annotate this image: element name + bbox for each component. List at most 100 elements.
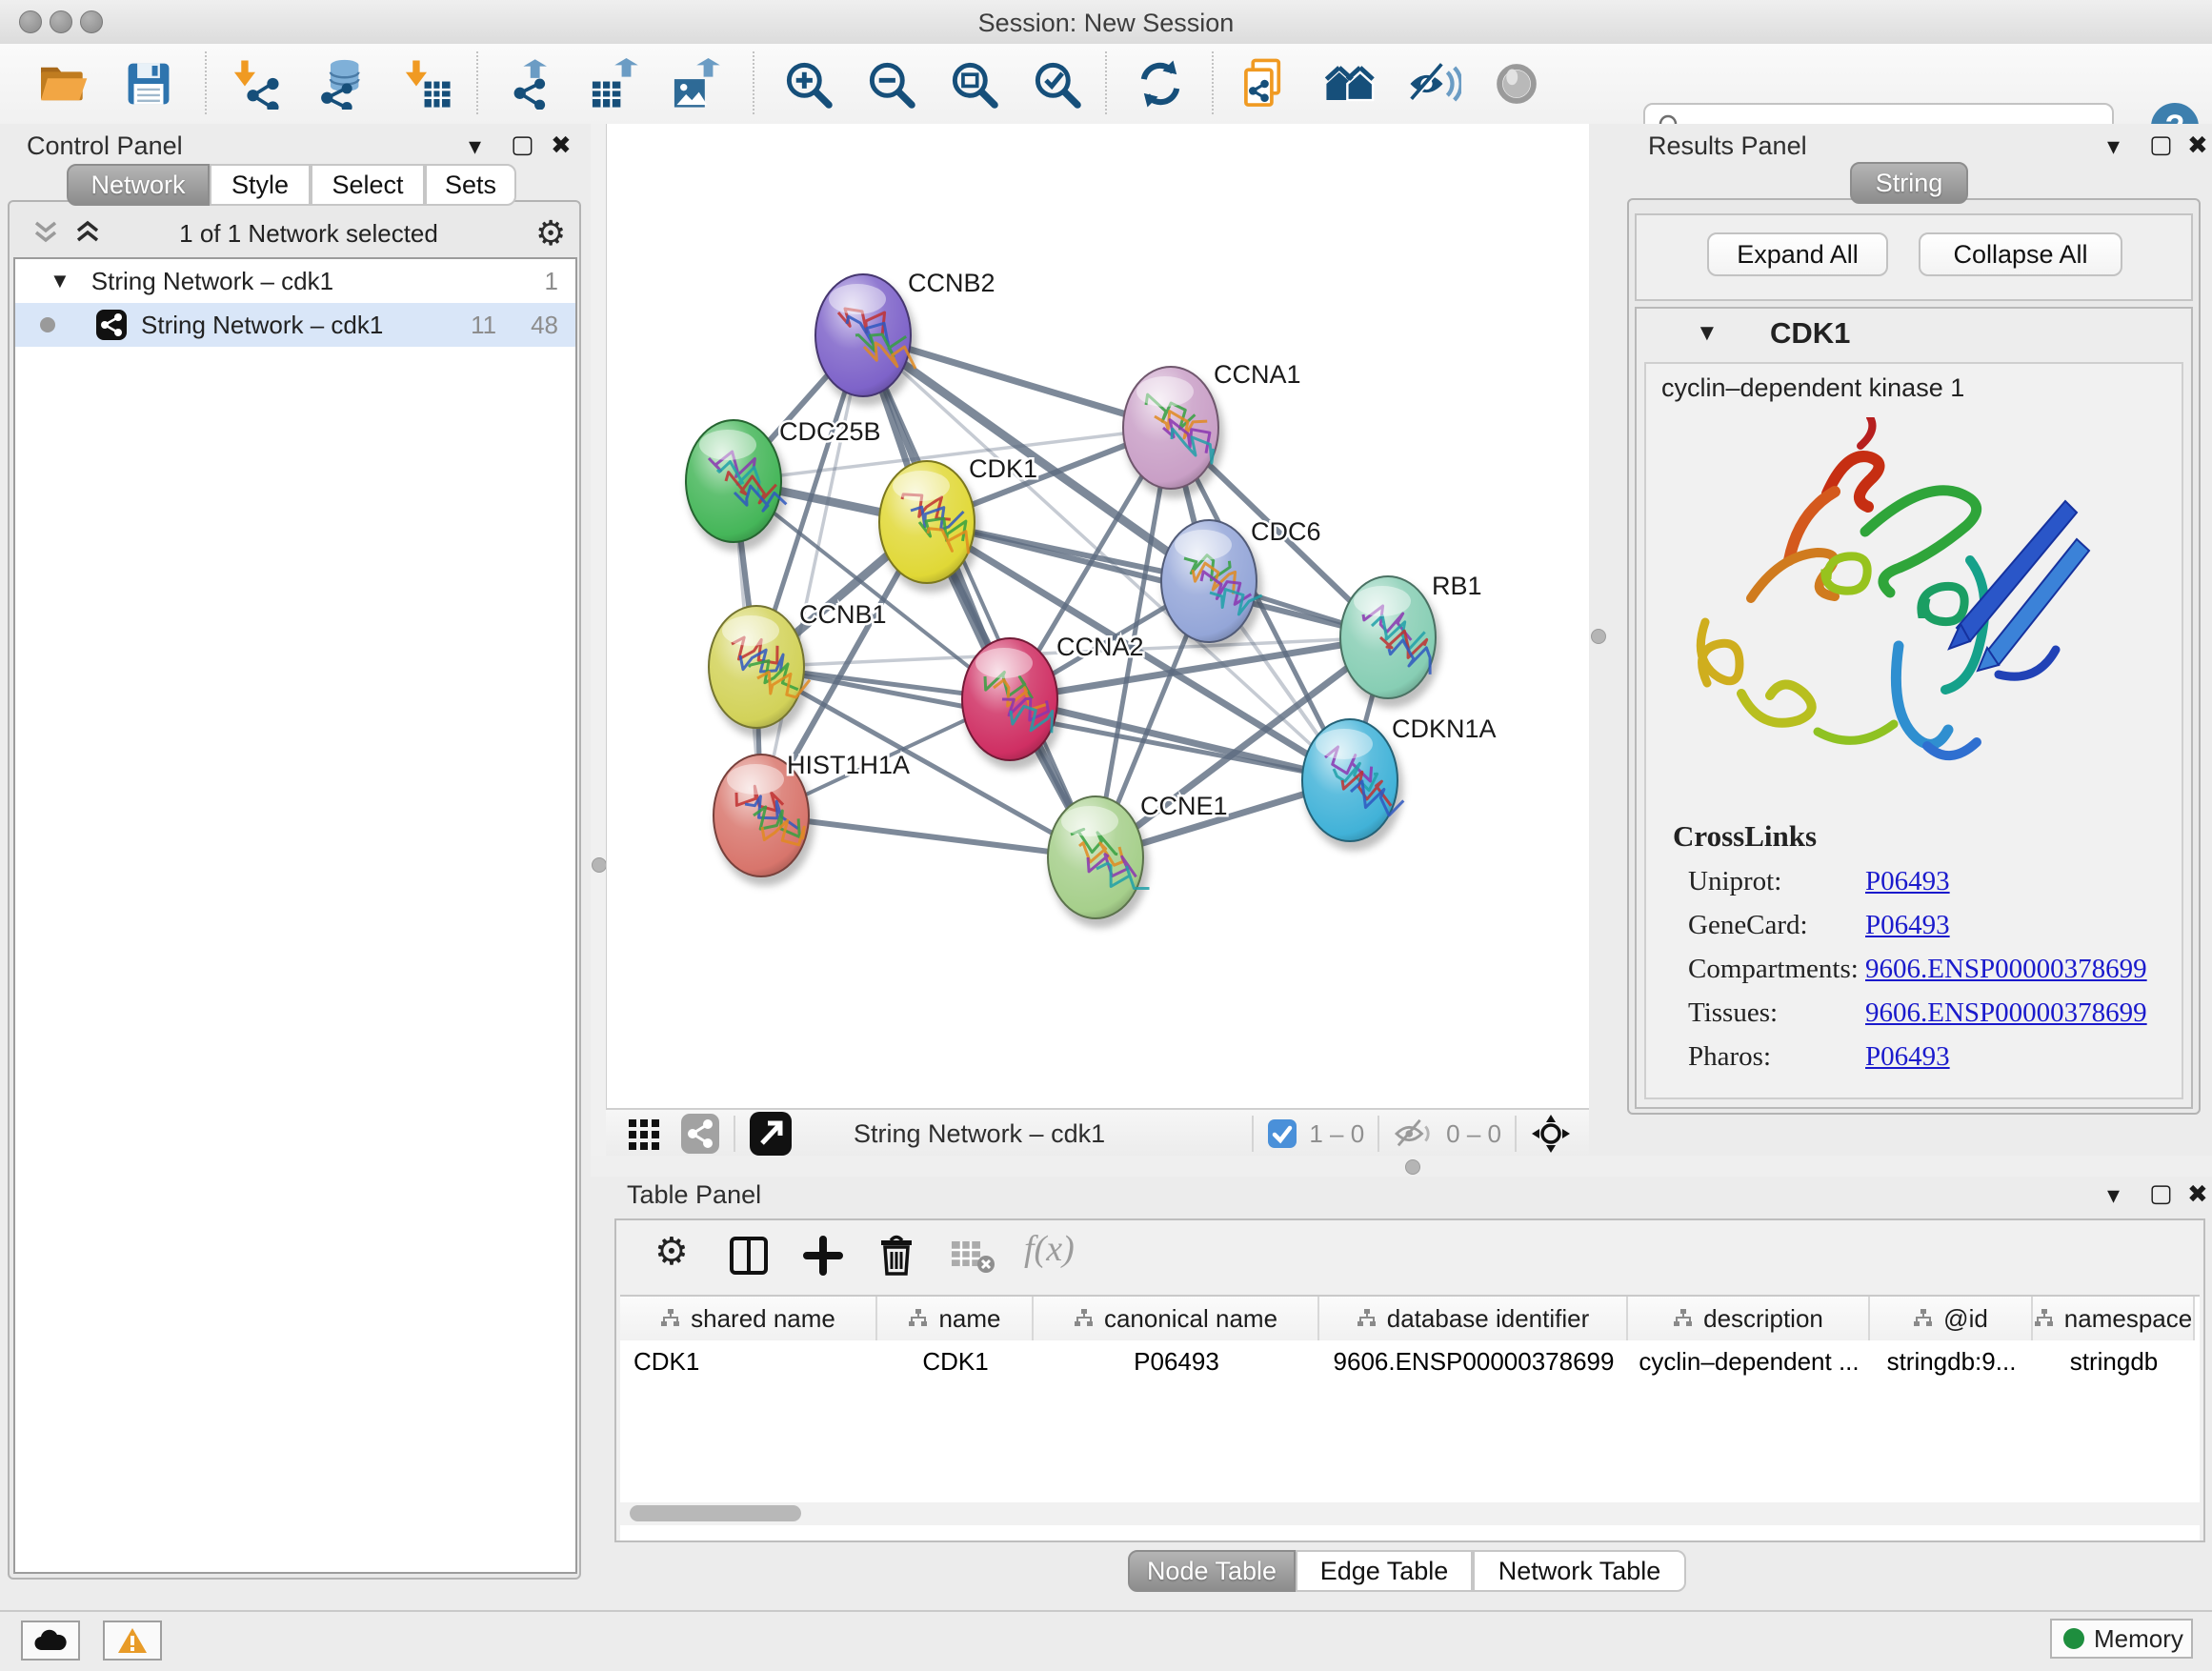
splitter-handle[interactable]	[1405, 1159, 1420, 1175]
delete-table-icon[interactable]	[950, 1238, 995, 1276]
table-row[interactable]: CDK1CDK1P064939606.ENSP00000378699cyclin…	[620, 1340, 2200, 1382]
selected-checkbox-icon[interactable]	[1267, 1118, 1297, 1149]
column-header-0[interactable]: shared name	[620, 1297, 877, 1340]
zoom-out-button[interactable]	[862, 55, 919, 112]
fit-content-crosshair-icon[interactable]	[1530, 1113, 1572, 1155]
node-CDK1[interactable]	[879, 461, 980, 593]
vertical-splitter-right[interactable]	[1589, 124, 1619, 1156]
collapse-panel-icon[interactable]: ▾	[2107, 131, 2120, 161]
zoom-in-button[interactable]	[779, 55, 836, 112]
expand-all-button[interactable]: Expand All	[1707, 232, 1888, 276]
node-RB1[interactable]	[1340, 576, 1441, 708]
hide-glass-button[interactable]	[1406, 55, 1463, 112]
horizontal-scrollbar[interactable]	[620, 1502, 2200, 1525]
network-collection-row[interactable]: ▼ String Network – cdk1 1	[15, 259, 575, 303]
cell-database-identifier[interactable]: 9606.ENSP00000378699	[1319, 1340, 1628, 1382]
zoom-selected-button[interactable]	[1028, 55, 1085, 112]
inactive-lens-button[interactable]	[1488, 55, 1545, 112]
network-view[interactable]: CCNB2CCNA1CDC25BCDK1CDC6RB1CCNB1CCNA2CDK…	[606, 124, 1590, 1108]
cell-@id[interactable]: stringdb:9...	[1870, 1340, 2033, 1382]
network-graph[interactable]: CCNB2CCNA1CDC25BCDK1CDC6RB1CCNB1CCNA2CDK…	[607, 124, 1590, 1108]
string-settings-icon[interactable]	[680, 1113, 720, 1155]
show-columns-icon[interactable]	[729, 1236, 769, 1276]
cell-namespace[interactable]: stringdb	[2033, 1340, 2195, 1382]
close-panel-icon[interactable]: ✖	[2187, 131, 2208, 160]
export-table-button[interactable]	[585, 55, 642, 112]
cloud-status-button[interactable]	[21, 1621, 80, 1661]
export-image-button[interactable]	[667, 55, 724, 112]
compartments-link[interactable]: 9606.ENSP00000378699	[1865, 947, 2147, 991]
node-CCNB1[interactable]	[709, 606, 810, 737]
collapse-panel-icon[interactable]: ▾	[2107, 1180, 2120, 1210]
string-home-button[interactable]	[1322, 55, 1379, 112]
collapse-all-icon[interactable]	[32, 219, 59, 248]
scrollbar-thumb[interactable]	[630, 1505, 801, 1521]
export-network-button[interactable]	[503, 55, 560, 112]
hidden-eye-icon[interactable]	[1393, 1117, 1435, 1151]
import-network-button[interactable]	[227, 55, 284, 112]
column-header-6[interactable]: namespace	[2033, 1297, 2195, 1340]
float-panel-icon[interactable]: ▢	[2149, 1178, 2173, 1208]
column-header-2[interactable]: canonical name	[1034, 1297, 1319, 1340]
cell-canonical-name[interactable]: P06493	[1034, 1340, 1319, 1382]
tab-select[interactable]: Select	[311, 164, 425, 206]
tab-edge-table[interactable]: Edge Table	[1296, 1550, 1473, 1592]
column-header-1[interactable]: name	[877, 1297, 1034, 1340]
tab-sets[interactable]: Sets	[425, 164, 516, 206]
horizontal-splitter[interactable]	[591, 1156, 2212, 1177]
column-header-4[interactable]: description	[1628, 1297, 1870, 1340]
column-header-3[interactable]: database identifier	[1319, 1297, 1628, 1340]
clone-network-button[interactable]	[1238, 55, 1296, 112]
cell-name[interactable]: CDK1	[877, 1340, 1034, 1382]
save-session-button[interactable]	[120, 55, 177, 112]
cell-shared-name[interactable]: CDK1	[620, 1340, 877, 1382]
tree-expander-icon[interactable]: ▼	[50, 269, 70, 293]
float-panel-icon[interactable]: ▢	[511, 130, 534, 159]
function-builder-icon[interactable]: f(x)	[1024, 1228, 1075, 1270]
genecard-link[interactable]: P06493	[1865, 903, 2147, 947]
network-options-gear-icon[interactable]: ⚙	[535, 213, 566, 253]
tab-network[interactable]: Network	[67, 164, 210, 206]
tab-string[interactable]: String	[1850, 162, 1968, 204]
import-table-button[interactable]	[398, 55, 455, 112]
cytoscape-window: Session: New Session	[0, 0, 2212, 1671]
vertical-splitter-left[interactable]	[591, 124, 606, 1156]
import-network-from-database-button[interactable]	[312, 55, 370, 112]
node-CDC6[interactable]	[1161, 520, 1262, 652]
section-collapse-icon[interactable]: ▼	[1696, 320, 1719, 347]
pharos-link[interactable]: P06493	[1865, 1035, 2147, 1078]
node-CDKN1A[interactable]	[1302, 719, 1403, 851]
tissues-link[interactable]: 9606.ENSP00000378699	[1865, 991, 2147, 1035]
open-session-button[interactable]	[34, 55, 91, 112]
node-CCNA2[interactable]	[962, 638, 1063, 770]
network-view-toolbar: String Network – cdk1 1 – 0 0 – 0	[606, 1108, 1589, 1158]
node-CCNB2[interactable]	[815, 274, 916, 406]
tab-network-table[interactable]: Network Table	[1473, 1550, 1686, 1592]
close-panel-icon[interactable]: ✖	[551, 131, 572, 160]
node-CCNE1[interactable]	[1048, 796, 1150, 928]
birdseye-grid-icon[interactable]	[627, 1116, 663, 1152]
cell-description[interactable]: cyclin–dependent ...	[1628, 1340, 1870, 1382]
warnings-button[interactable]	[103, 1621, 162, 1661]
tab-node-table[interactable]: Node Table	[1128, 1550, 1296, 1592]
apply-layout-button[interactable]	[1132, 55, 1189, 112]
delete-column-trash-icon[interactable]	[875, 1234, 917, 1278]
import-network-icon	[230, 58, 281, 110]
uniprot-link[interactable]: P06493	[1865, 859, 2147, 903]
close-panel-icon[interactable]: ✖	[2187, 1179, 2208, 1209]
tab-style[interactable]: Style	[210, 164, 311, 206]
column-header-5[interactable]: @id	[1870, 1297, 2033, 1340]
expand-all-icon[interactable]	[74, 219, 101, 248]
create-column-plus-icon[interactable]	[803, 1236, 843, 1276]
float-panel-icon[interactable]: ▢	[2149, 130, 2173, 159]
zoom-fit-button[interactable]	[945, 55, 1002, 112]
splitter-handle[interactable]	[1591, 629, 1606, 644]
memory-button[interactable]: Memory	[2050, 1619, 2193, 1659]
collapse-all-button[interactable]: Collapse All	[1919, 232, 2122, 276]
table-gear-icon[interactable]: ⚙	[654, 1230, 689, 1274]
edge-CCNB2-HIST1H1A[interactable]	[761, 335, 863, 815]
collapse-panel-icon[interactable]: ▾	[469, 131, 481, 161]
network-row-selected[interactable]: String Network – cdk1 11 48	[15, 303, 575, 347]
splitter-handle[interactable]	[592, 857, 607, 873]
open-in-string-icon[interactable]	[749, 1111, 793, 1157]
